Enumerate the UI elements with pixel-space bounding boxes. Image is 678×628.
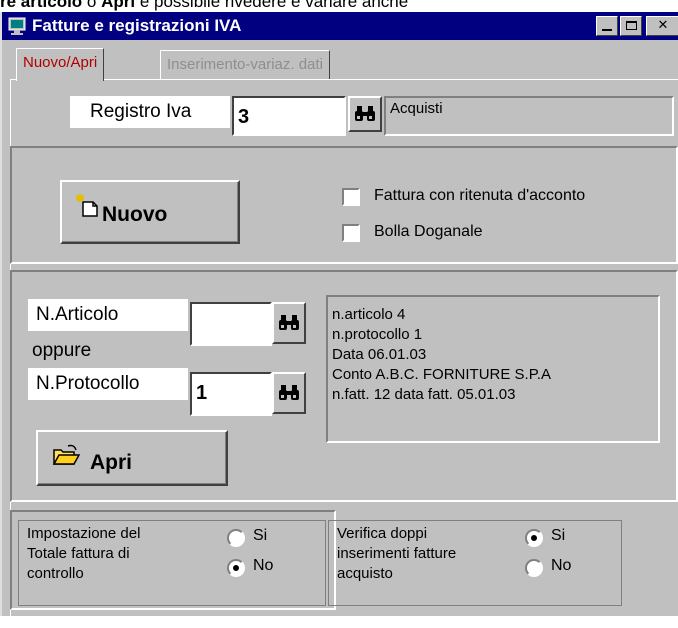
caption-bold1: re articolo [0,0,83,11]
minimize-icon [602,29,612,31]
protocollo-search-button[interactable] [272,372,306,414]
info-data: Data 06.01.03 [332,346,427,363]
impostazione-si-radio[interactable] [227,529,245,547]
verifica-frame: Verifica doppi inserimenti fatture acqui… [328,520,622,606]
protocollo-input[interactable]: 1 [190,372,272,416]
bolla-doganale-label: Bolla Doganale [374,223,483,240]
impostazione-line3: controllo [27,565,84,582]
protocollo-label: N.Protocollo [28,368,188,400]
nuovo-button[interactable]: Nuovo [60,180,240,244]
verifica-no-radio[interactable] [525,559,543,577]
tab-inserimento-variazione[interactable]: Inserimento-variaz. dati [160,50,330,80]
registro-iva-label: Registro Iva [70,96,230,128]
app-icon [8,17,26,35]
impostazione-no-radio[interactable] [227,559,245,577]
verifica-line2: inserimenti fatture [337,545,457,562]
articolo-label: N.Articolo [28,299,188,331]
info-fattura: n.fatt. 12 data fatt. 05.01.03 [332,386,516,403]
title-bar[interactable]: Fatture e registrazioni IVA ✕ [2,12,678,40]
registro-description: Acquisti [384,96,674,136]
verifica-line3: acquisto [337,565,393,582]
registro-iva-input[interactable]: 3 [232,96,346,136]
info-conto: Conto A.B.C. FORNITURE S.P.A [332,366,551,383]
impostazione-si-label: Si [253,527,268,544]
verifica-si-radio[interactable] [525,529,543,547]
open-folder-icon [52,444,80,465]
impostazione-no-label: No [253,557,274,574]
tab-inserimento-label: Inserimento-variaz. dati [167,56,323,73]
verifica-no-label: No [551,557,572,574]
registration-info-box: n.articolo 4 n.protocollo 1 Data 06.01.0… [326,295,660,443]
close-icon: ✕ [657,18,669,33]
radio-selected-dot [531,535,537,541]
impostazione-line1: Impostazione del [27,525,141,542]
radio-selected-dot [233,565,239,571]
verifica-si-label: Si [551,527,566,544]
tab-nuovo-apri-label: Nuovo/Apri [23,54,98,71]
minimize-button[interactable] [596,16,618,36]
apri-label: Apri [90,451,132,474]
new-document-icon [76,194,98,217]
caption-post: è possibile rivedere e variare anche [135,0,409,11]
articolo-search-button[interactable] [272,302,306,344]
verifica-line1: Verifica doppi [337,525,428,542]
invoice-window: Fatture e registrazioni IVA ✕ Nuovo/Apri… [0,12,678,628]
maximize-icon [625,21,637,30]
nuovo-label: Nuovo [102,203,168,226]
info-protocollo: n.protocollo 1 [332,326,423,343]
window-title: Fatture e registrazioni IVA [32,16,242,35]
close-button[interactable]: ✕ [646,16,678,36]
bolla-doganale-checkbox[interactable] [342,224,360,242]
articolo-input[interactable] [190,302,272,346]
binoculars-icon [279,315,299,330]
impostazione-line2: Totale fattura di [27,545,130,562]
info-articolo: n.articolo 4 [332,306,406,323]
oppure-label: oppure [32,340,92,361]
binoculars-icon [279,385,299,400]
tab-nuovo-apri[interactable]: Nuovo/Apri [16,48,105,81]
maximize-button[interactable] [620,16,642,36]
caption-mid: o [82,0,102,11]
impostazione-frame: Impostazione del Totale fattura di contr… [18,520,326,606]
registro-search-button[interactable] [348,96,382,132]
binoculars-icon [355,106,375,121]
caption-bold2: Apri [101,0,136,11]
ritenuta-checkbox[interactable] [342,188,360,206]
ritenuta-label: Fattura con ritenuta d'acconto [374,187,586,204]
apri-button[interactable]: Apri [36,430,228,486]
